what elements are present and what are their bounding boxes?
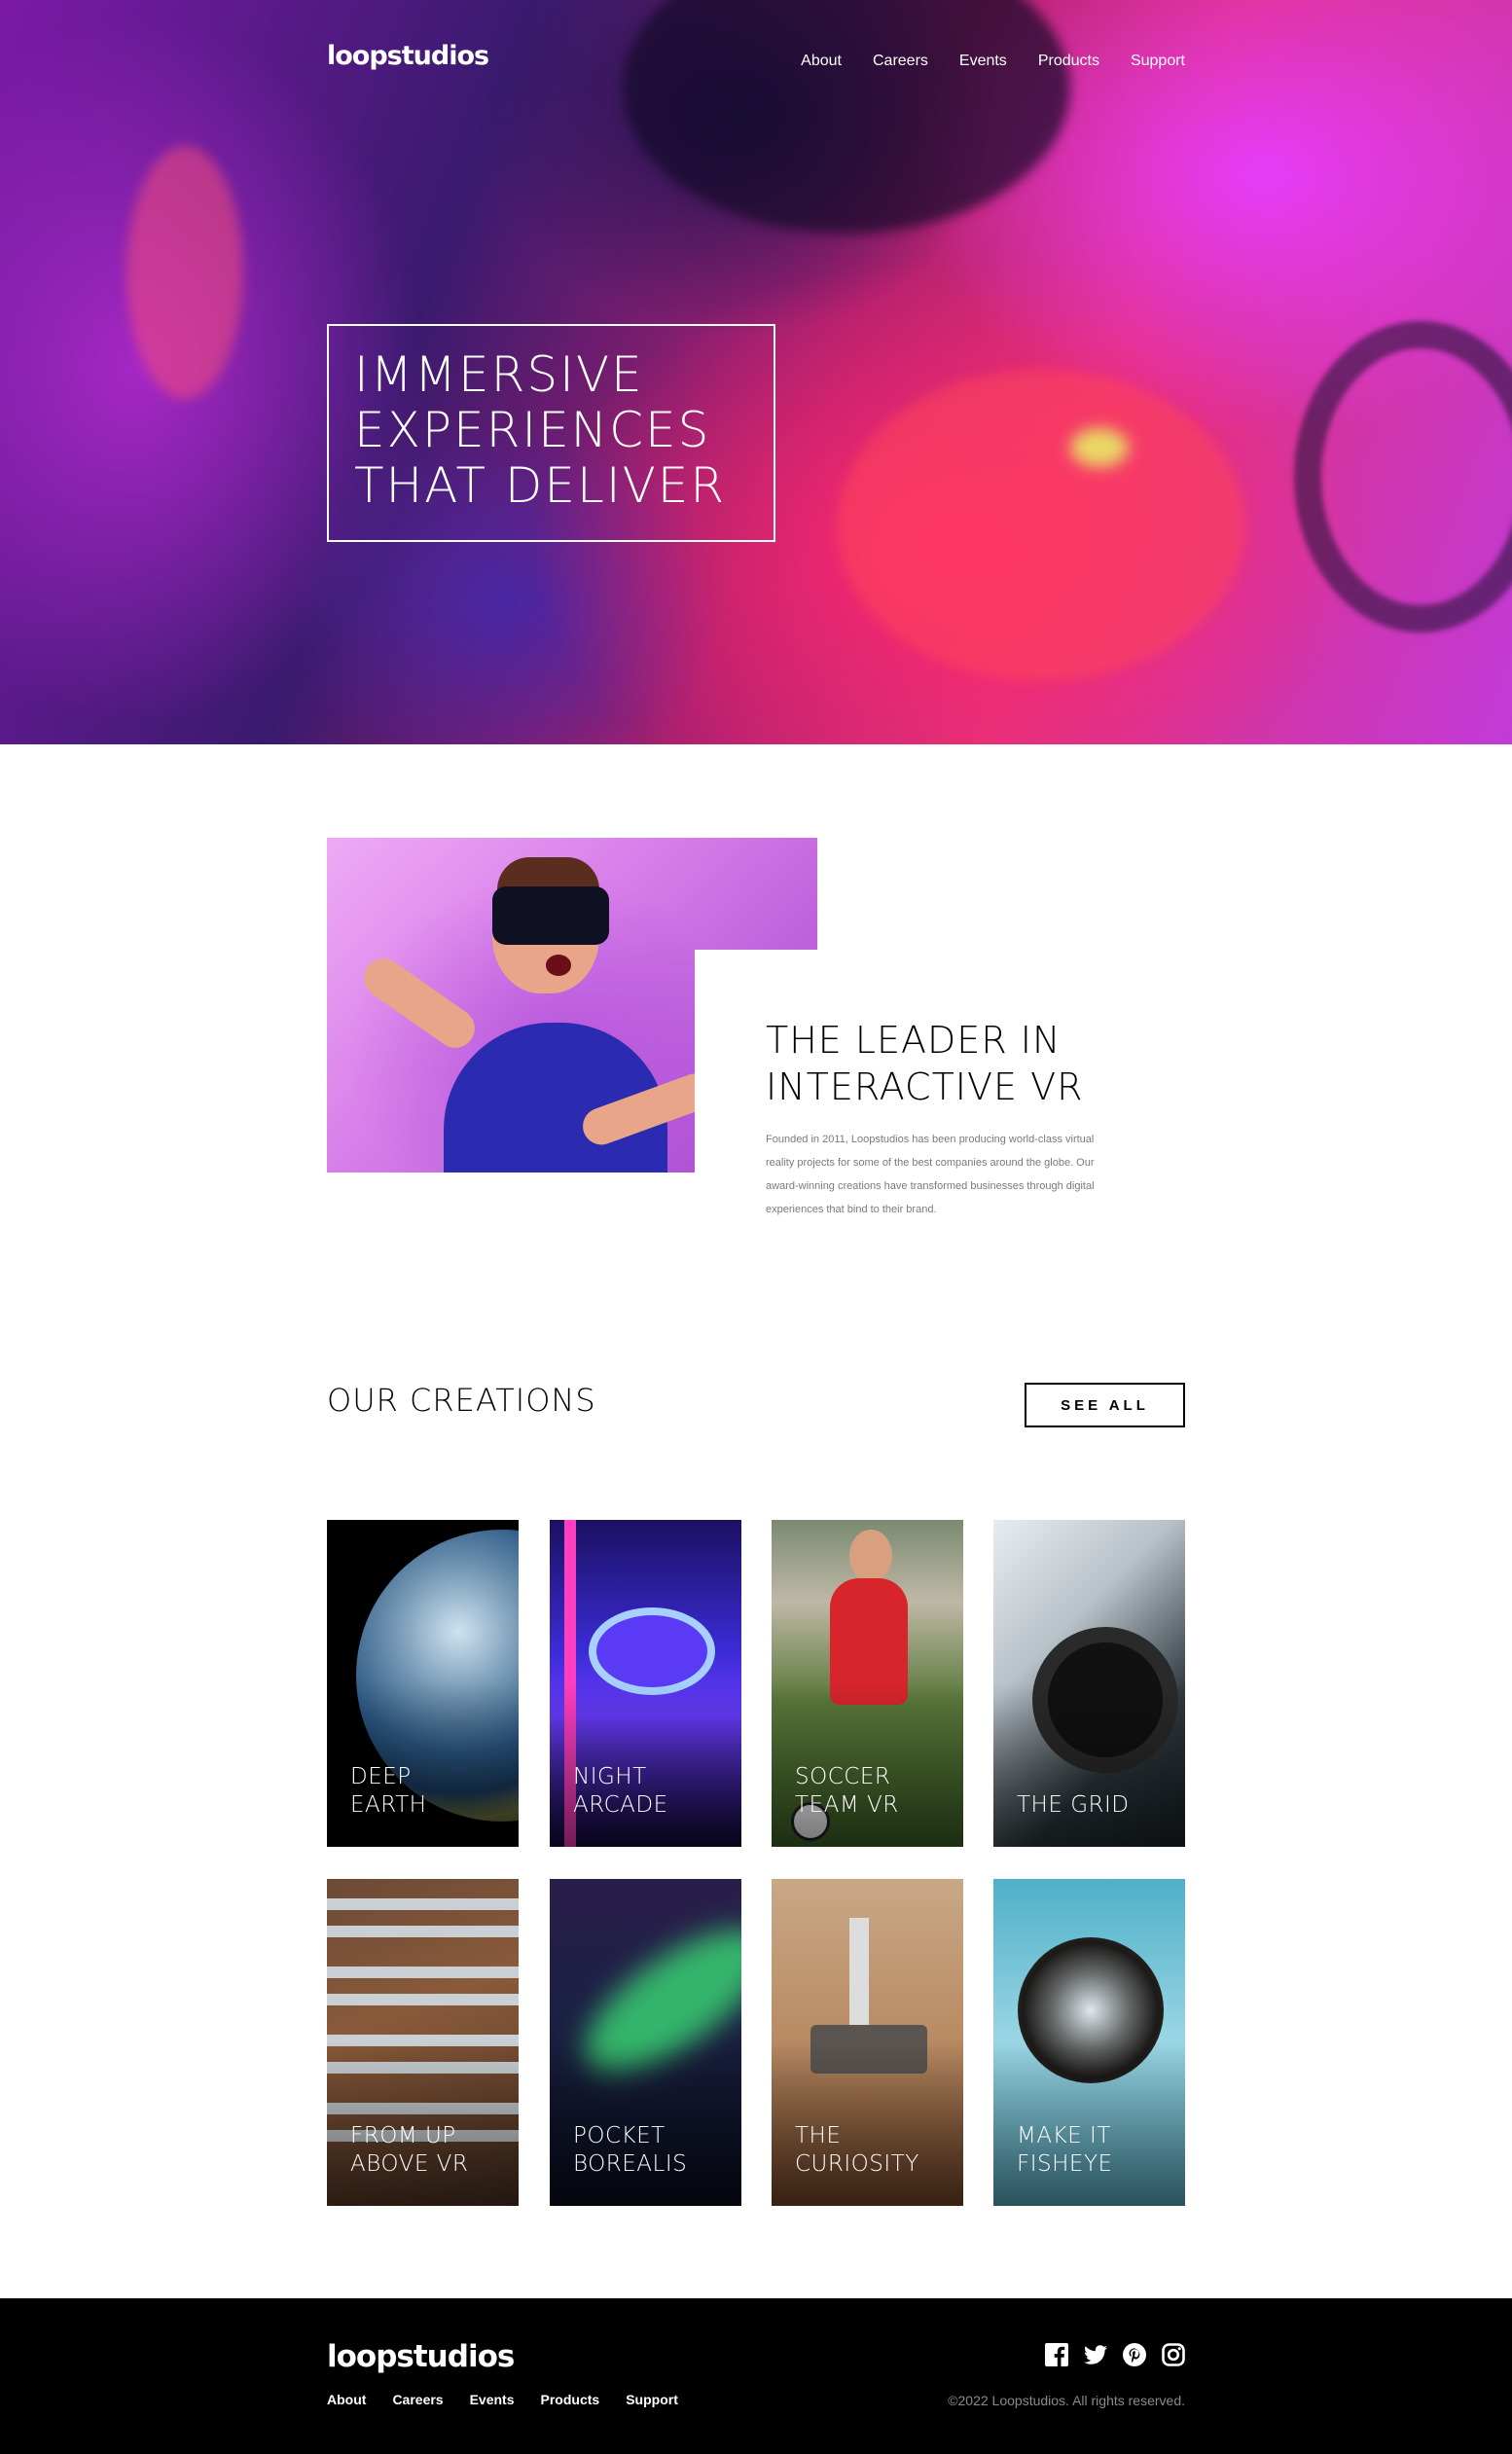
hero-image-shadow [623,0,1070,234]
label-line: THE GRID [1017,1792,1130,1818]
creations-title: OUR CREATIONS [327,1382,596,1419]
nav-link-about[interactable]: About [801,53,842,70]
label-line: THE [795,2123,842,2148]
label-line: FROM UP [350,2123,456,2148]
hero-title-line: THAT DELIVER [354,457,727,514]
about-title-line: THE LEADER IN [766,1019,1062,1062]
creation-card-soccer-team-vr[interactable]: SOCCER TEAM VR [772,1520,963,1847]
creation-card-deep-earth[interactable]: DEEP EARTH [327,1520,519,1847]
footer-nav: About Careers Events Products Support [327,2392,678,2407]
creation-card-pocket-borealis[interactable]: POCKET BOREALIS [550,1879,741,2206]
label-line: BOREALIS [573,2151,688,2177]
label-line: NIGHT [573,1764,647,1789]
footer-logo[interactable]: loopstudios [327,2339,515,2374]
hero-title-box: IMMERSIVE EXPERIENCES THAT DELIVER [327,324,775,542]
creation-card-label: THE CURIOSITY [795,2122,951,2179]
label-line: MAKE IT [1017,2123,1111,2148]
label-line: CURIOSITY [795,2151,919,2177]
label-line: FISHEYE [1017,2151,1113,2177]
header-logo[interactable]: loopstudios [327,41,489,71]
see-all-button[interactable]: SEE ALL [1025,1383,1185,1427]
hero-image-steering-wheel [1294,321,1512,632]
social-links [1045,2343,1185,2366]
label-line: POCKET [573,2123,666,2148]
creation-card-night-arcade[interactable]: NIGHT ARCADE [550,1520,741,1847]
hero-section: loopstudios About Careers Events Product… [0,0,1512,744]
about-title-line: INTERACTIVE VR [766,1065,1084,1108]
creation-card-the-curiosity[interactable]: THE CURIOSITY [772,1879,963,2206]
hero-image-highlight [1070,428,1129,467]
nav-link-events[interactable]: Events [959,53,1007,70]
creation-card-label: POCKET BOREALIS [573,2122,729,2179]
rover-mast [849,1918,869,2025]
creation-card-label: DEEP EARTH [350,1763,506,1820]
nav-link-careers[interactable]: Careers [873,53,928,70]
about-image-mouth [546,955,571,976]
footer-link-support[interactable]: Support [626,2392,678,2407]
pinterest-icon[interactable] [1123,2343,1146,2366]
winding-road [327,1967,519,2005]
footer-link-careers[interactable]: Careers [392,2392,443,2407]
twitter-icon[interactable] [1084,2343,1107,2366]
hero-title-line: EXPERIENCES [354,402,711,458]
label-line: DEEP [350,1764,412,1789]
instagram-icon[interactable] [1162,2343,1185,2366]
creation-card-make-it-fisheye[interactable]: MAKE IT FISHEYE [993,1879,1185,2206]
winding-road [327,1898,519,1937]
label-line: SOCCER [795,1764,891,1789]
header-nav: About Careers Events Products Support [801,53,1185,70]
nav-link-products[interactable]: Products [1038,53,1099,70]
soccer-player-head [849,1530,892,1582]
label-line: EARTH [350,1792,427,1818]
label-line: TEAM VR [795,1792,899,1818]
creation-card-label: FROM UP ABOVE VR [350,2122,506,2179]
about-text-panel: THE LEADER IN INTERACTIVE VR Founded in … [695,950,1185,1215]
hero-title: IMMERSIVE EXPERIENCES THAT DELIVER [354,347,748,514]
creation-card-the-grid[interactable]: THE GRID [993,1520,1185,1847]
hero-title-line: IMMERSIVE [354,346,644,403]
footer-link-about[interactable]: About [327,2392,366,2407]
footer-link-events[interactable]: Events [470,2392,515,2407]
label-line: ARCADE [573,1792,668,1818]
hero-image-glow [837,370,1245,681]
facebook-icon[interactable] [1045,2343,1068,2366]
creation-card-label: THE GRID [1017,1791,1172,1820]
about-image-vr-headset [492,886,609,945]
footer: loopstudios About Careers Events Product… [0,2298,1512,2454]
footer-link-products[interactable]: Products [541,2392,600,2407]
creation-card-label: NIGHT ARCADE [573,1763,729,1820]
about-image-arm [356,951,483,1056]
about-body: Founded in 2011, Loopstudios has been pr… [766,1134,1095,1215]
copyright-text: ©2022 Loopstudios. All rights reserved. [948,2393,1185,2408]
creation-card-from-up-above-vr[interactable]: FROM UP ABOVE VR [327,1879,519,2206]
card-shade [993,1681,1185,1847]
hero-image-light [126,146,243,399]
label-line: ABOVE VR [350,2151,469,2177]
about-title: THE LEADER IN INTERACTIVE VR [766,1017,1185,1110]
nav-link-support[interactable]: Support [1131,53,1185,70]
creation-card-label: MAKE IT FISHEYE [1017,2122,1172,2179]
creation-card-label: SOCCER TEAM VR [795,1763,951,1820]
